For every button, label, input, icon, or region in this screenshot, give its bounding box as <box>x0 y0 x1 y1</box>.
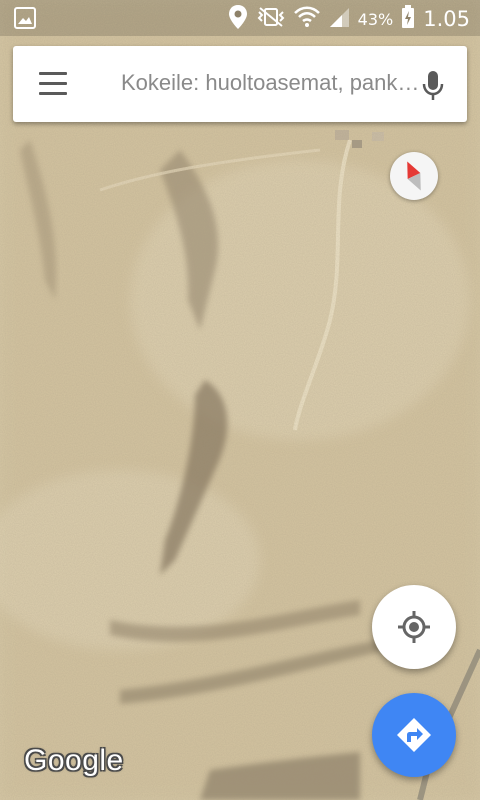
image-notification-icon <box>14 7 36 33</box>
compass-icon[interactable] <box>390 152 438 200</box>
my-location-icon <box>396 609 432 649</box>
google-logo: Google <box>24 744 124 777</box>
battery-percent: 43% <box>357 9 394 29</box>
microphone-icon[interactable] <box>421 70 445 102</box>
location-icon <box>228 4 248 34</box>
search-input[interactable]: Kokeile: huoltoasemat, pankkiautomaatit <box>121 70 421 96</box>
wifi-icon <box>293 6 320 32</box>
battery-charging-icon <box>401 5 415 33</box>
signal-icon <box>328 6 350 32</box>
clock: 1.05 <box>423 7 470 31</box>
status-bar: 43% 1.05 <box>0 0 480 36</box>
directions-button[interactable] <box>372 693 456 777</box>
search-bar[interactable]: Kokeile: huoltoasemat, pankkiautomaatit <box>13 46 467 122</box>
my-location-button[interactable] <box>372 585 456 669</box>
vibrate-off-icon <box>256 6 286 32</box>
hamburger-menu-icon[interactable] <box>39 72 69 96</box>
directions-icon <box>394 715 434 759</box>
